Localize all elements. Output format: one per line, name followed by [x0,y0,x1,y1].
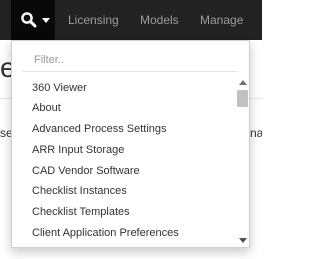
scroll-up-arrow-icon[interactable] [239,80,247,85]
menu-item-client-application-preferences[interactable]: Client Application Preferences [32,224,179,242]
scroll-down-arrow-icon[interactable] [239,238,247,243]
page-body-text-right: na [250,126,262,140]
nav-licensing[interactable]: Licensing [68,0,119,40]
menu-item-checklist-instances[interactable]: Checklist Instances [32,182,127,200]
menu-item-checklist-templates[interactable]: Checklist Templates [32,203,130,221]
search-dropdown-toggle[interactable] [11,0,55,40]
nav-models[interactable]: Models [140,0,179,40]
chevron-down-icon [42,18,50,23]
menu-item-cad-vendor-software[interactable]: CAD Vendor Software [32,162,140,180]
top-navbar: Licensing Models Manage [0,0,262,40]
menu-item-about[interactable]: About [32,99,61,117]
menu-list: 360 Viewer About Advanced Process Settin… [12,78,236,245]
menu-item-advanced-process-settings[interactable]: Advanced Process Settings [32,120,167,138]
nav-manage[interactable]: Manage [200,0,243,40]
menu-scrollbar[interactable] [236,78,249,245]
search-icon [21,12,37,28]
scroll-thumb[interactable] [237,90,248,107]
app-window: el se na Licensing Models Manage 360 Vie… [0,0,262,259]
menu-item-360-viewer[interactable]: 360 Viewer [32,79,87,97]
search-dropdown-menu: 360 Viewer About Advanced Process Settin… [11,40,250,248]
filter-input[interactable] [22,48,238,72]
menu-item-arr-input-storage[interactable]: ARR Input Storage [32,141,124,159]
